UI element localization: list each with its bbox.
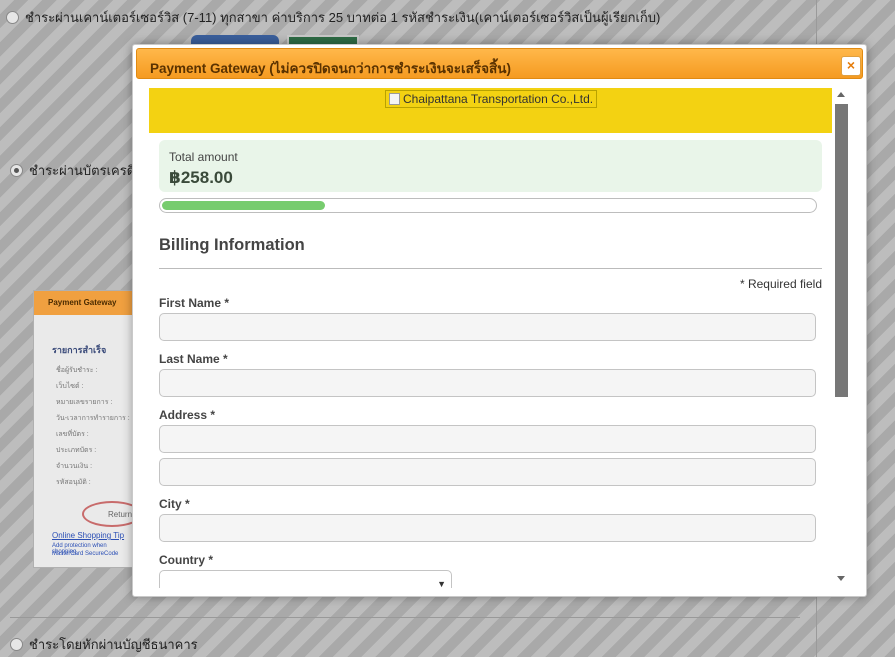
example-row: หมายเลขรายการ : bbox=[56, 399, 113, 406]
country-select[interactable]: ▼ bbox=[159, 570, 452, 588]
payment-option-counter-service[interactable]: ชำระผ่านเคาน์เตอร์เซอร์วิส (7-11) ทุกสาข… bbox=[6, 7, 660, 28]
radio-counter-service[interactable] bbox=[6, 11, 19, 24]
example-row: รหัสอนุมัติ : bbox=[56, 479, 91, 486]
close-icon[interactable]: × bbox=[841, 56, 861, 76]
payment-frame: Chaipattana Transportation Co.,Ltd. Tota… bbox=[149, 88, 848, 588]
example-return-button: Return bbox=[82, 501, 132, 527]
city-label: City * bbox=[159, 497, 190, 511]
payment-example-image: Payment Gateway รายการสำเร็จ ชื่อผู้รับช… bbox=[33, 290, 133, 568]
merchant-logo-alt-text: Chaipattana Transportation Co.,Ltd. bbox=[403, 92, 594, 106]
example-row: ประเภทบัตร : bbox=[56, 447, 97, 454]
example-small-text: MasterCard SecureCode bbox=[52, 551, 119, 557]
last-name-input[interactable] bbox=[159, 369, 816, 397]
heading-divider bbox=[159, 268, 822, 269]
step-progress-bar bbox=[159, 198, 817, 213]
total-amount-box: Total amount ฿258.00 bbox=[159, 140, 822, 192]
example-row: เลขที่บัตร : bbox=[56, 431, 89, 438]
address-line1-input[interactable] bbox=[159, 425, 816, 453]
example-shopping-tip-link: Online Shopping Tip bbox=[52, 531, 125, 540]
payment-option-credit-card[interactable]: ชำระผ่านบัตรเครดิต bbox=[10, 160, 144, 181]
example-row: เว็บไซต์ : bbox=[56, 383, 84, 390]
payment-option-bank-account[interactable]: ชำระโดยหักผ่านบัญชีธนาคาร bbox=[10, 634, 198, 655]
merchant-logo: Chaipattana Transportation Co.,Ltd. bbox=[385, 90, 597, 108]
frame-scrollbar[interactable] bbox=[835, 88, 848, 588]
broken-image-icon bbox=[389, 93, 400, 105]
first-name-input[interactable] bbox=[159, 313, 816, 341]
dialog-header: Payment Gateway (ไม่ควรปิดจนกว่าการชำระเ… bbox=[136, 48, 863, 79]
city-input[interactable] bbox=[159, 514, 816, 542]
total-amount-label: Total amount bbox=[169, 150, 238, 164]
billing-information-heading: Billing Information bbox=[159, 236, 305, 254]
payment-gateway-dialog: Payment Gateway (ไม่ควรปิดจนกว่าการชำระเ… bbox=[132, 44, 867, 597]
total-amount-value: ฿258.00 bbox=[169, 168, 233, 187]
section-divider bbox=[10, 617, 800, 618]
scroll-down-arrow-icon[interactable] bbox=[837, 576, 845, 581]
radio-bank-account[interactable] bbox=[10, 638, 23, 651]
radio-credit-card[interactable] bbox=[10, 164, 23, 177]
scrollbar-thumb[interactable] bbox=[835, 104, 848, 397]
last-name-label: Last Name * bbox=[159, 352, 228, 366]
scroll-up-arrow-icon[interactable] bbox=[837, 92, 845, 97]
example-row: จำนวนเงิน : bbox=[56, 463, 93, 470]
required-field-note: * Required field bbox=[739, 277, 822, 291]
address-label: Address * bbox=[159, 408, 216, 422]
example-row: วัน-เวลาการทำรายการ : bbox=[56, 415, 130, 422]
payment-option-bank-account-label: ชำระโดยหักผ่านบัญชีธนาคาร bbox=[29, 637, 198, 652]
chevron-down-icon: ▼ bbox=[437, 579, 446, 588]
first-name-label: First Name * bbox=[159, 296, 230, 310]
country-label: Country * bbox=[159, 553, 213, 567]
merchant-banner: Chaipattana Transportation Co.,Ltd. bbox=[149, 88, 832, 133]
dialog-title: Payment Gateway (ไม่ควรปิดจนกว่าการชำระเ… bbox=[150, 61, 511, 76]
payment-option-counter-service-label: ชำระผ่านเคาน์เตอร์เซอร์วิส (7-11) ทุกสาข… bbox=[25, 10, 661, 25]
step-progress-fill bbox=[162, 201, 325, 210]
example-header: Payment Gateway bbox=[34, 291, 132, 315]
payment-option-credit-card-label: ชำระผ่านบัตรเครดิต bbox=[29, 163, 144, 178]
address-line2-input[interactable] bbox=[159, 458, 816, 486]
example-title: รายการสำเร็จ bbox=[52, 345, 107, 355]
example-row: ชื่อผู้รับชำระ : bbox=[56, 367, 98, 374]
